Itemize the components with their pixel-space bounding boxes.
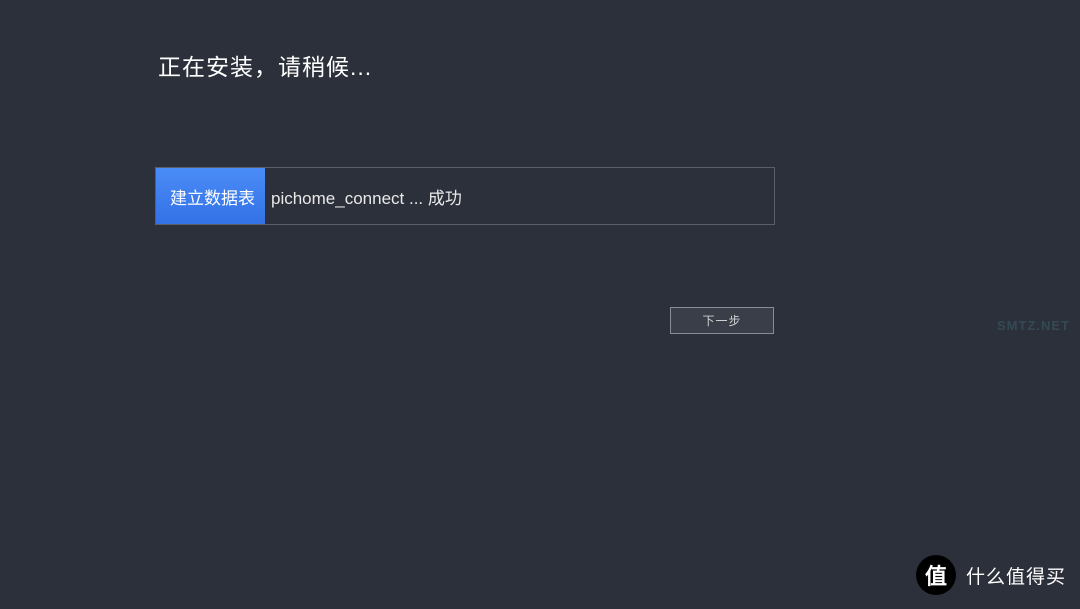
brand-text: 什么值得买 <box>966 562 1066 589</box>
next-button[interactable]: 下一步 <box>670 307 774 334</box>
log-line-text: pichome_connect ... 成功 <box>265 184 462 209</box>
brand-footer: 值 什么值得买 <box>916 555 1066 595</box>
brand-logo-icon: 值 <box>916 555 956 595</box>
log-line-highlight: 建立数据表 <box>156 168 265 224</box>
watermark-side: SMTZ.NET <box>997 318 1070 333</box>
install-log-box: 建立数据表 pichome_connect ... 成功 <box>155 167 775 225</box>
installation-heading: 正在安装，请稍候... <box>158 48 372 82</box>
